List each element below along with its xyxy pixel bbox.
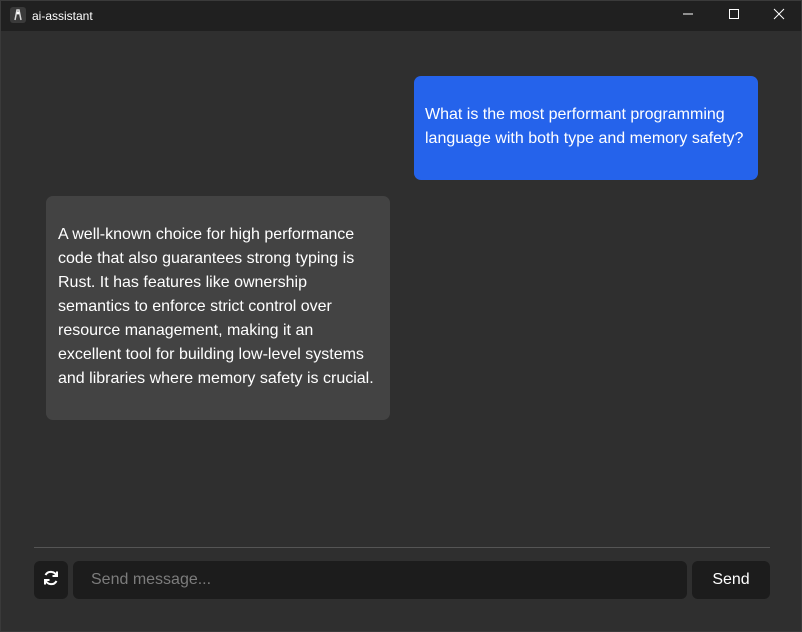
close-icon: [773, 7, 785, 25]
send-button[interactable]: Send: [692, 561, 770, 599]
chat-area: What is the most performant programming …: [1, 31, 801, 631]
refresh-button[interactable]: [34, 561, 68, 599]
refresh-icon: [42, 569, 60, 592]
minimize-icon: [682, 7, 694, 25]
assistant-message: A well-known choice for high performance…: [46, 196, 390, 420]
window-title: ai-assistant: [32, 9, 93, 23]
message-input[interactable]: [73, 561, 687, 599]
minimize-button[interactable]: [665, 1, 711, 31]
maximize-button[interactable]: [711, 1, 757, 31]
app-window: ai-assistant What is the most performant…: [0, 0, 802, 632]
title-bar[interactable]: ai-assistant: [1, 1, 801, 31]
user-message: What is the most performant programming …: [414, 76, 758, 180]
maximize-icon: [728, 7, 740, 25]
composer-divider: [34, 547, 770, 548]
app-logo-icon: [10, 7, 26, 23]
close-button[interactable]: [756, 1, 801, 31]
